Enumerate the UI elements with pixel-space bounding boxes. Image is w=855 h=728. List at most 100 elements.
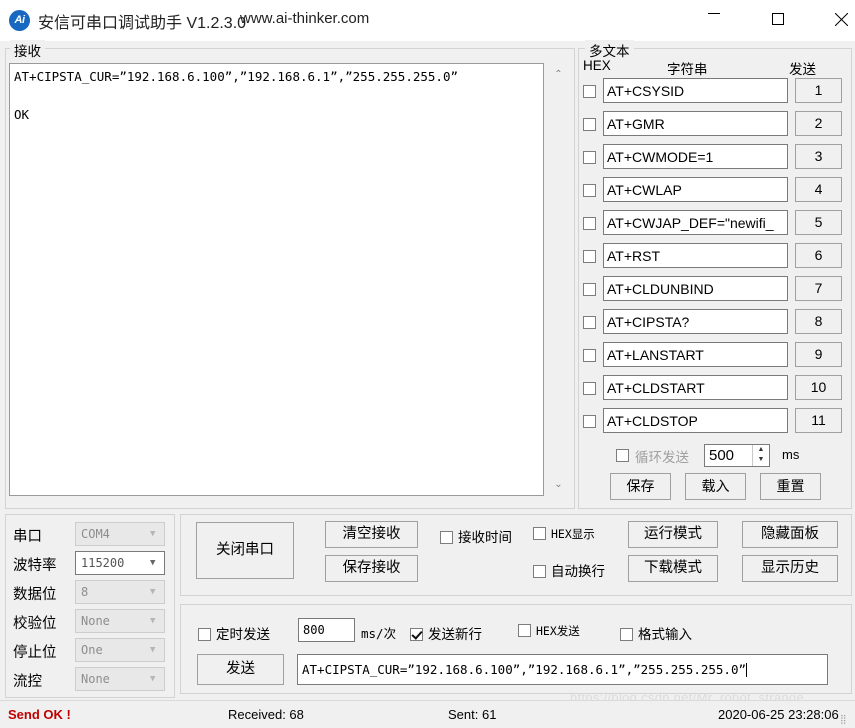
- multitext-hex-checkbox[interactable]: [583, 381, 601, 396]
- multitext-command-input[interactable]: AT+CIPSTA?: [603, 309, 788, 334]
- port-setting-label: 校验位: [13, 612, 57, 633]
- multitext-hex-checkbox[interactable]: [583, 315, 601, 330]
- chevron-down-icon: ▼: [150, 560, 159, 566]
- auto-wrap-checkbox[interactable]: 自动换行: [533, 560, 605, 580]
- timed-send-checkbox[interactable]: 定时发送: [198, 623, 270, 643]
- chevron-down-icon: ▼: [150, 531, 159, 537]
- save-receive-button[interactable]: 保存接收: [325, 555, 418, 582]
- multitext-command-input[interactable]: AT+CSYSID: [603, 78, 788, 103]
- multitext-command-input[interactable]: AT+CLDUNBIND: [603, 276, 788, 301]
- multitext-hex-checkbox[interactable]: [583, 348, 601, 363]
- port-setting-select[interactable]: 8▼: [75, 580, 165, 604]
- multitext-send-button[interactable]: 4: [795, 177, 842, 202]
- minimize-button[interactable]: [691, 0, 737, 32]
- multitext-hex-checkbox[interactable]: [583, 414, 601, 429]
- multitext-send-button[interactable]: 8: [795, 309, 842, 334]
- port-setting-select[interactable]: None▼: [75, 609, 165, 633]
- port-setting-value: None: [81, 614, 110, 628]
- clear-receive-button[interactable]: 清空接收: [325, 521, 418, 548]
- send-interval-unit: ms/次: [361, 623, 396, 642]
- multitext-send-button[interactable]: 6: [795, 243, 842, 268]
- multitext-hex-checkbox[interactable]: [583, 216, 601, 231]
- port-setting-label: 流控: [13, 670, 42, 691]
- run-mode-button[interactable]: 运行模式: [628, 521, 718, 548]
- timed-send-label: 定时发送: [216, 627, 270, 642]
- send-input[interactable]: AT+CIPSTA_CUR=”192.168.6.100”,”192.168.6…: [297, 654, 828, 685]
- port-setting-select[interactable]: COM4 ▼: [75, 522, 165, 546]
- format-input-checkbox[interactable]: 格式输入: [620, 623, 692, 643]
- resize-grip-icon[interactable]: ⣿: [840, 713, 852, 725]
- hex-send-label: HEX发送: [536, 624, 580, 638]
- app-logo-icon: Ai: [9, 10, 30, 31]
- hex-display-checkbox[interactable]: HEX显示: [533, 526, 595, 542]
- port-setting-value: 8: [81, 585, 88, 599]
- send-button[interactable]: 发送: [197, 654, 284, 685]
- multitext-command-input[interactable]: AT+LANSTART: [603, 342, 788, 367]
- multitext-send-button[interactable]: 1: [795, 78, 842, 103]
- multitext-hex-checkbox[interactable]: [583, 84, 601, 99]
- multitext-row: AT+CLDSTOP 11: [581, 408, 847, 434]
- multitext-send-button[interactable]: 9: [795, 342, 842, 367]
- download-mode-button[interactable]: 下载模式: [628, 555, 718, 582]
- multitext-hex-checkbox[interactable]: [583, 150, 601, 165]
- column-header-string: 字符串: [667, 58, 708, 78]
- hide-panel-button[interactable]: 隐藏面板: [742, 521, 838, 548]
- port-setting-value: COM4: [81, 527, 110, 541]
- multitext-command-input[interactable]: AT+CWJAP_DEF="newifi_: [603, 210, 788, 235]
- format-input-label: 格式输入: [638, 627, 692, 642]
- title-bar: Ai 安信可串口调试助手 V1.2.3.0 www.ai-thinker.com: [0, 0, 855, 41]
- multitext-hex-checkbox[interactable]: [583, 183, 601, 198]
- multitext-command-input[interactable]: AT+RST: [603, 243, 788, 268]
- loop-interval-stepper[interactable]: ▲▼: [752, 445, 769, 466]
- multitext-hex-checkbox[interactable]: [583, 282, 601, 297]
- multitext-send-button[interactable]: 5: [795, 210, 842, 235]
- multitext-command-input[interactable]: AT+CLDSTART: [603, 375, 788, 400]
- scroll-down-icon[interactable]: ⌄: [550, 476, 567, 493]
- multitext-row: AT+CSYSID 1: [581, 78, 847, 104]
- load-button[interactable]: 载入: [685, 473, 746, 500]
- show-history-button[interactable]: 显示历史: [742, 555, 838, 582]
- scroll-up-icon[interactable]: ⌃: [550, 66, 567, 83]
- column-header-hex: HEX: [583, 58, 611, 73]
- close-port-button[interactable]: 关闭串口: [196, 522, 294, 579]
- multitext-send-button[interactable]: 11: [795, 408, 842, 433]
- receive-time-checkbox[interactable]: 接收时间: [440, 526, 512, 546]
- loop-send-checkbox[interactable]: [616, 448, 634, 463]
- multitext-send-button[interactable]: 2: [795, 111, 842, 136]
- multitext-command-input[interactable]: AT+CWLAP: [603, 177, 788, 202]
- port-setting-select[interactable]: One▼: [75, 638, 165, 662]
- receive-panel-title: 接收: [10, 40, 45, 60]
- multitext-hex-checkbox[interactable]: [583, 249, 601, 264]
- close-button[interactable]: [818, 0, 855, 32]
- send-newline-checkbox[interactable]: 发送新行: [410, 623, 482, 643]
- reset-button[interactable]: 重置: [760, 473, 821, 500]
- multitext-send-button[interactable]: 10: [795, 375, 842, 400]
- multitext-command-input[interactable]: AT+CWMODE=1: [603, 144, 788, 169]
- port-setting-row: 数据位 8▼: [13, 580, 165, 606]
- send-interval-input[interactable]: 800: [298, 618, 355, 642]
- text-caret: [746, 663, 747, 677]
- multitext-command-input[interactable]: AT+GMR: [603, 111, 788, 136]
- multitext-hex-checkbox[interactable]: [583, 117, 601, 132]
- multitext-send-button[interactable]: 7: [795, 276, 842, 301]
- multitext-command-input[interactable]: AT+CLDSTOP: [603, 408, 788, 433]
- auto-wrap-label: 自动换行: [551, 564, 605, 579]
- receive-scrollbar[interactable]: ⌃ ⌄: [549, 63, 566, 496]
- port-setting-value: 115200: [81, 556, 124, 570]
- port-setting-select[interactable]: 115200 ▼: [75, 551, 165, 575]
- port-setting-label: 数据位: [13, 583, 57, 604]
- timestamp: 2020-06-25 23:28:06: [718, 707, 839, 722]
- receive-time-label: 接收时间: [458, 530, 512, 545]
- receive-textarea[interactable]: AT+CIPSTA_CUR=”192.168.6.100”,”192.168.6…: [9, 63, 544, 496]
- port-setting-select[interactable]: None▼: [75, 667, 165, 691]
- maximize-button[interactable]: [755, 0, 801, 32]
- status-bar: Send OK ! Received: 68 Sent: 61 2020-06-…: [0, 700, 855, 728]
- port-setting-value: One: [81, 643, 103, 657]
- save-button[interactable]: 保存: [610, 473, 671, 500]
- status-message: Send OK !: [8, 707, 71, 722]
- hex-send-checkbox[interactable]: HEX发送: [518, 623, 580, 639]
- loop-interval-unit: ms: [782, 447, 799, 462]
- multitext-send-button[interactable]: 3: [795, 144, 842, 169]
- send-input-value: AT+CIPSTA_CUR=”192.168.6.100”,”192.168.6…: [302, 662, 746, 677]
- loop-send-label: 循环发送: [635, 446, 689, 466]
